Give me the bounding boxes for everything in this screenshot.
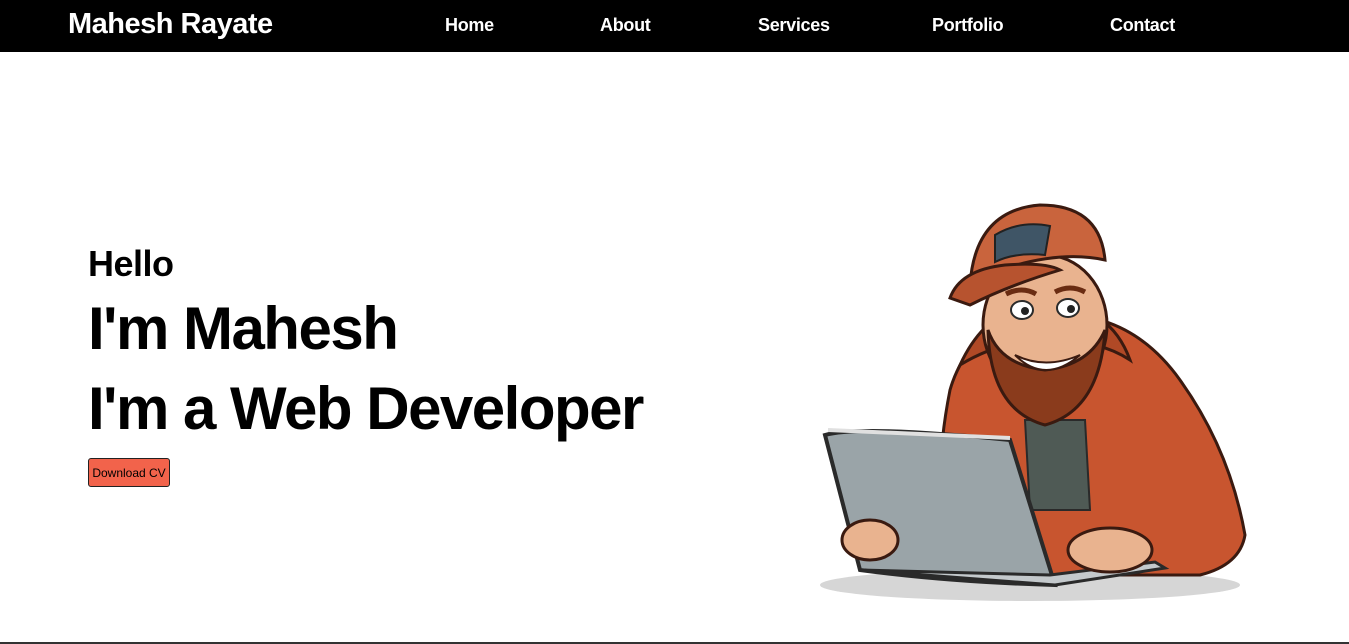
- developer-illustration-icon: [800, 190, 1270, 610]
- hero-name-heading: I'm Mahesh: [88, 295, 399, 362]
- nav-link-about[interactable]: About: [600, 15, 651, 36]
- nav-link-portfolio[interactable]: Portfolio: [932, 15, 1004, 36]
- navbar: Mahesh Rayate Home About Services Portfo…: [0, 0, 1349, 52]
- hero-role-heading: I'm a Web Developer: [88, 375, 644, 442]
- download-cv-button[interactable]: Download CV: [88, 458, 170, 487]
- nav-link-home[interactable]: Home: [445, 15, 494, 36]
- nav-link-contact[interactable]: Contact: [1110, 15, 1175, 36]
- hero-greeting: Hello: [88, 243, 174, 284]
- nav-menu: Home About Services Portfolio Contact: [0, 0, 1349, 52]
- nav-link-services[interactable]: Services: [758, 15, 830, 36]
- hero-section: Hello I'm Mahesh I'm a Web Developer: [88, 240, 644, 450]
